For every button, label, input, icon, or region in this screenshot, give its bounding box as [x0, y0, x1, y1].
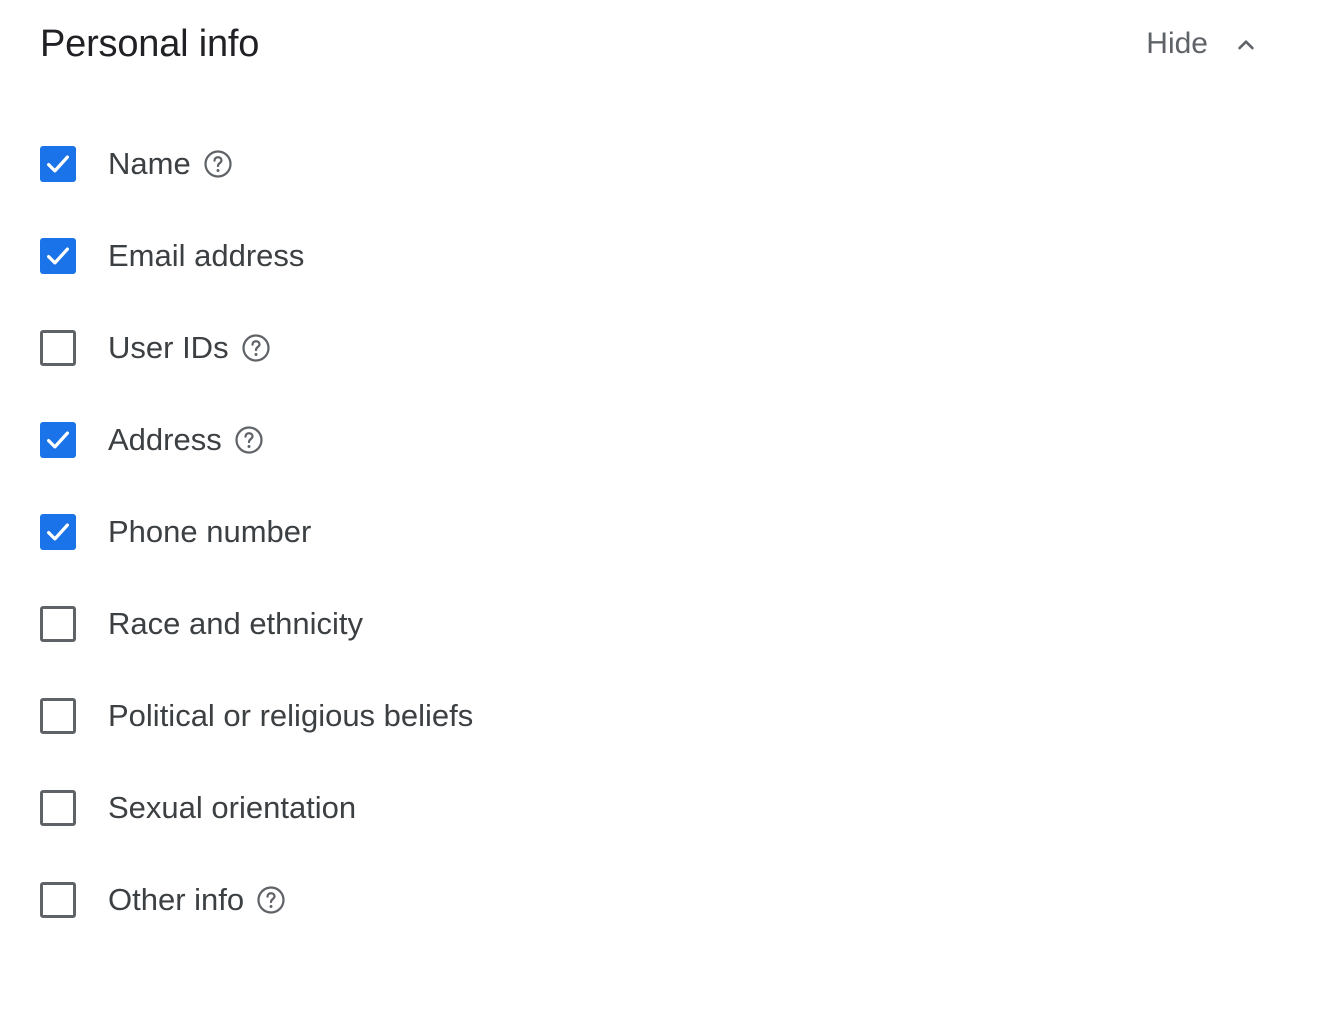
checkmark-icon	[47, 431, 69, 449]
checkbox-row-address[interactable]: Address	[40, 394, 473, 486]
hide-toggle-button[interactable]: Hide	[1146, 18, 1260, 70]
checkbox-political-or-religious-beliefs[interactable]	[40, 698, 76, 734]
checkbox-row-other-info[interactable]: Other info	[40, 854, 473, 946]
checkmark-icon	[47, 523, 69, 541]
checkbox-label: Other info	[108, 882, 245, 917]
checkbox-label: Political or religious beliefs	[108, 698, 474, 733]
hide-toggle-label: Hide	[1146, 27, 1208, 60]
help-icon[interactable]	[203, 149, 233, 179]
checkbox-row-user-ids[interactable]: User IDs	[40, 302, 473, 394]
personal-info-checkbox-list: Name Email address User IDs Address Phone nu…	[40, 118, 473, 946]
chevron-up-icon	[1238, 40, 1254, 50]
checkmark-icon	[47, 247, 69, 265]
checkbox-label: Phone number	[108, 514, 312, 549]
checkbox-row-race-and-ethnicity[interactable]: Race and ethnicity	[40, 578, 473, 670]
checkbox-name[interactable]	[40, 146, 76, 182]
checkbox-row-political-or-religious-beliefs[interactable]: Political or religious beliefs	[40, 670, 473, 762]
help-icon[interactable]	[241, 333, 271, 363]
checkbox-sexual-orientation[interactable]	[40, 790, 76, 826]
checkbox-row-email-address[interactable]: Email address	[40, 210, 473, 302]
personal-info-section: Personal info Hide Name Email address User…	[0, 0, 1326, 1024]
section-header: Personal info Hide	[40, 18, 1260, 70]
checkbox-label: Race and ethnicity	[108, 606, 364, 641]
checkmark-icon	[47, 155, 69, 173]
checkbox-other-info[interactable]	[40, 882, 76, 918]
checkbox-label: Name	[108, 146, 191, 181]
checkbox-label: User IDs	[108, 330, 229, 365]
help-icon[interactable]	[234, 425, 264, 455]
checkbox-label: Email address	[108, 238, 305, 273]
checkbox-race-and-ethnicity[interactable]	[40, 606, 76, 642]
checkbox-address[interactable]	[40, 422, 76, 458]
checkbox-user-ids[interactable]	[40, 330, 76, 366]
checkbox-label: Address	[108, 422, 222, 457]
checkbox-email-address[interactable]	[40, 238, 76, 274]
help-icon[interactable]	[256, 885, 286, 915]
checkbox-row-name[interactable]: Name	[40, 118, 473, 210]
checkbox-row-phone-number[interactable]: Phone number	[40, 486, 473, 578]
checkbox-label: Sexual orientation	[108, 790, 357, 825]
section-title: Personal info	[40, 23, 260, 65]
checkbox-phone-number[interactable]	[40, 514, 76, 550]
checkbox-row-sexual-orientation[interactable]: Sexual orientation	[40, 762, 473, 854]
